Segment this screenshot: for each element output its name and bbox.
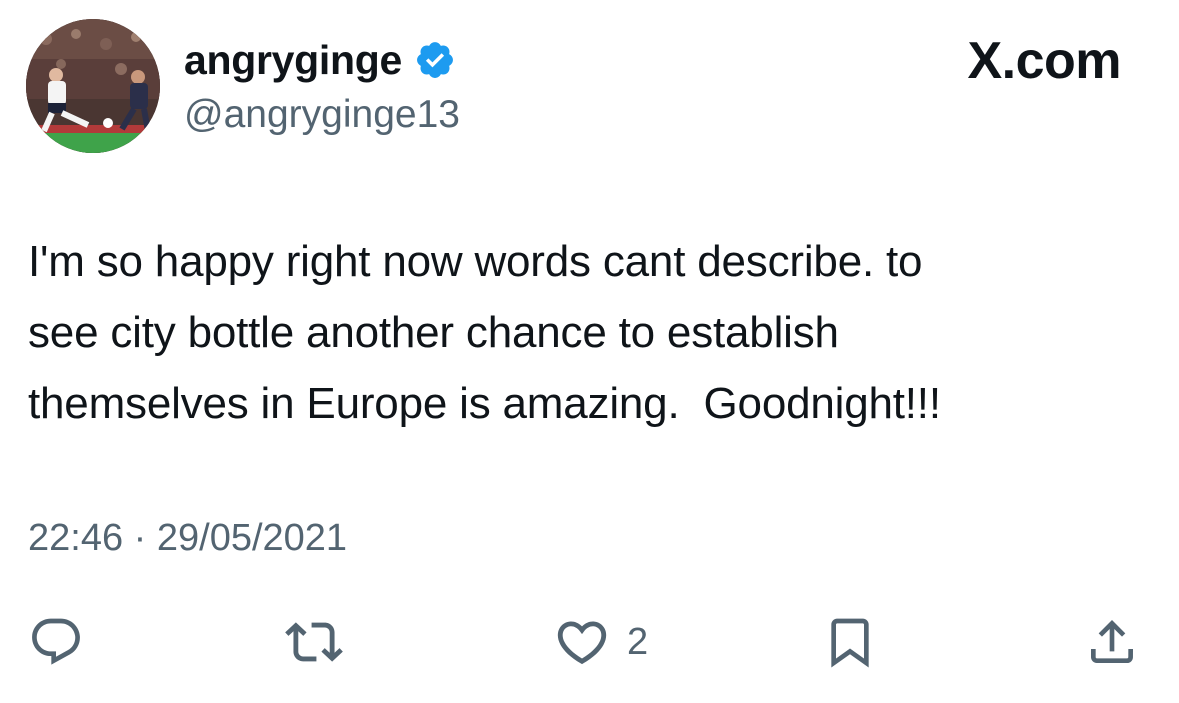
tweet-time[interactable]: 22:46	[28, 517, 123, 559]
avatar-image	[26, 19, 160, 153]
author-handle[interactable]: @angryginge13	[184, 92, 460, 138]
tweet-text: I'm so happy right now words cant descri…	[28, 237, 941, 428]
avatar[interactable]	[26, 19, 160, 153]
tweet-date[interactable]: 29/05/2021	[157, 517, 347, 559]
action-bar: 2	[0, 610, 1179, 674]
retweet-icon	[285, 622, 343, 662]
like-button[interactable]: 2	[553, 610, 648, 674]
verified-badge-icon	[414, 39, 456, 81]
share-icon	[1091, 620, 1133, 663]
reply-button[interactable]	[28, 610, 84, 674]
author-display-name-row[interactable]: angryginge	[184, 36, 456, 84]
tweet-card: angryginge @angryginge13 X.com I'm so ha…	[0, 0, 1179, 703]
timestamp-separator: ·	[133, 517, 147, 559]
heart-icon	[557, 621, 607, 665]
reply-icon	[32, 618, 80, 665]
bookmark-icon	[831, 618, 869, 668]
like-count: 2	[627, 621, 649, 663]
tweet-timestamp[interactable]: 22:46 · 29/05/2021	[28, 515, 347, 561]
retweet-button[interactable]	[285, 610, 343, 674]
brand-label: X.com	[967, 32, 1121, 90]
author-display-name[interactable]: angryginge	[184, 36, 402, 84]
share-button[interactable]	[1084, 610, 1140, 674]
brand-logo: X.com	[967, 32, 1121, 90]
bookmark-button[interactable]	[822, 610, 878, 674]
